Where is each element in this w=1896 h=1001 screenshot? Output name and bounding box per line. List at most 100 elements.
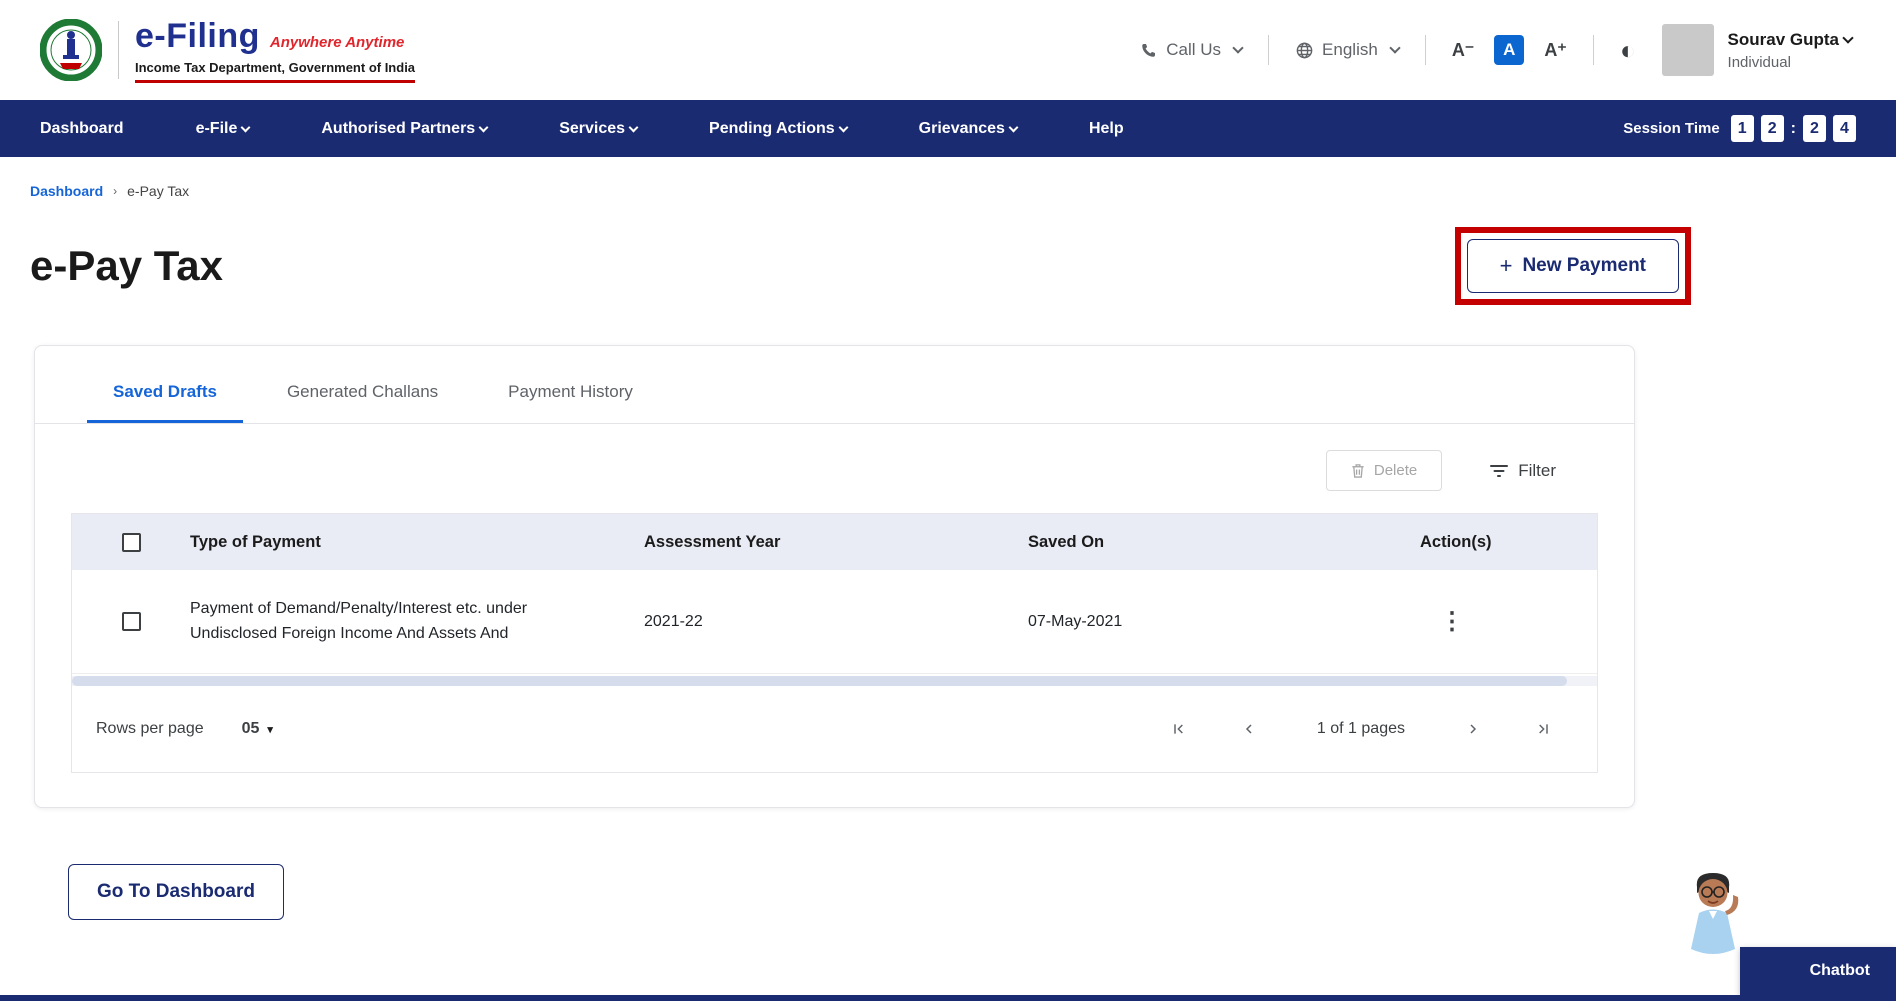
cell-saved-on: 07-May-2021 xyxy=(1028,612,1123,630)
first-page-button[interactable] xyxy=(1171,721,1187,737)
session-digit: 1 xyxy=(1730,115,1754,142)
column-assessment-year: Assessment Year xyxy=(644,532,781,551)
tab-saved-drafts[interactable]: Saved Drafts xyxy=(87,372,243,423)
tab-generated-challans[interactable]: Generated Challans xyxy=(261,372,464,423)
main-navbar: Dashboard e-File Authorised Partners Ser… xyxy=(0,100,1896,157)
nav-efile[interactable]: e-File xyxy=(196,120,251,138)
brand-tagline: Anywhere Anytime xyxy=(269,34,405,51)
font-decrease-button[interactable]: A⁻ xyxy=(1452,40,1475,61)
nav-help[interactable]: Help xyxy=(1089,120,1124,138)
footer-strip xyxy=(0,995,1896,1001)
chevron-down-icon xyxy=(1232,42,1244,54)
top-header: e-Filing Anywhere Anytime Income Tax Dep… xyxy=(0,0,1896,100)
chevron-down-icon xyxy=(1842,31,1854,44)
kebab-menu-icon[interactable]: ⋮ xyxy=(1440,608,1464,635)
cell-type-of-payment: Payment of Demand/Penalty/Interest etc. … xyxy=(190,599,528,642)
chevron-down-icon xyxy=(838,122,849,132)
header-checkbox-cell xyxy=(72,532,190,552)
globe-icon xyxy=(1295,41,1314,60)
header-utilities: Call Us English A⁻ A A⁺ ◐ Sourav Gupta I… xyxy=(1140,24,1854,76)
filter-label: Filter xyxy=(1518,460,1556,480)
table-row: Payment of Demand/Penalty/Interest etc. … xyxy=(72,570,1597,674)
row-checkbox[interactable] xyxy=(121,612,141,631)
delete-label: Delete xyxy=(1373,462,1418,479)
table-header-row: Type of Payment Assessment Year Saved On… xyxy=(72,514,1597,570)
language-menu[interactable]: English xyxy=(1295,40,1401,60)
horizontal-scrollbar-thumb[interactable] xyxy=(72,676,1567,686)
previous-page-button[interactable] xyxy=(1241,721,1257,737)
phone-icon xyxy=(1140,41,1158,59)
session-digit: 4 xyxy=(1833,115,1856,142)
epay-tax-card: Saved Drafts Generated Challans Payment … xyxy=(34,345,1635,808)
font-increase-button[interactable]: A⁺ xyxy=(1544,40,1567,61)
tab-bar: Saved Drafts Generated Challans Payment … xyxy=(35,346,1634,424)
rows-per-page-select[interactable]: 05 ▾ xyxy=(242,720,273,738)
saved-drafts-table: Type of Payment Assessment Year Saved On… xyxy=(71,513,1598,773)
next-page-button[interactable] xyxy=(1465,721,1481,737)
font-normal-button[interactable]: A xyxy=(1494,35,1525,65)
nav-grievances[interactable]: Grievances xyxy=(919,120,1019,138)
user-name: Sourav Gupta xyxy=(1728,30,1854,50)
nav-authorised-partners[interactable]: Authorised Partners xyxy=(321,120,489,138)
breadcrumb-separator: › xyxy=(113,184,118,198)
font-size-controls: A⁻ A A⁺ xyxy=(1452,35,1567,65)
rows-per-page: Rows per page 05 ▾ xyxy=(96,720,273,738)
caret-down-icon: ▾ xyxy=(267,723,273,736)
session-separator: : xyxy=(1790,119,1796,137)
divider xyxy=(1592,35,1594,65)
breadcrumb-current: e-Pay Tax xyxy=(127,183,190,199)
horizontal-scrollbar[interactable] xyxy=(72,676,1597,686)
filter-button[interactable]: Filter xyxy=(1490,461,1556,481)
session-digit: 2 xyxy=(1803,115,1826,142)
income-tax-emblem-icon xyxy=(40,19,102,81)
chevron-down-icon xyxy=(628,122,639,132)
brand-divider xyxy=(118,21,119,79)
table-toolbar: Delete Filter xyxy=(35,424,1634,513)
column-type-of-payment: Type of Payment xyxy=(190,532,321,551)
chevron-down-icon xyxy=(240,122,251,132)
nav-dashboard[interactable]: Dashboard xyxy=(40,120,124,138)
contrast-toggle-icon[interactable]: ◐ xyxy=(1620,37,1636,63)
nav-services[interactable]: Services xyxy=(559,120,639,138)
page-status: 1 of 1 pages xyxy=(1316,720,1405,737)
column-actions: Action(s) xyxy=(1420,532,1492,551)
efiling-logo-text: e-Filing xyxy=(135,17,260,55)
filter-icon xyxy=(1490,464,1509,478)
divider xyxy=(1268,35,1270,65)
user-type: Individual xyxy=(1727,53,1791,71)
call-us-label: Call Us xyxy=(1166,40,1222,59)
chatbot-character-icon[interactable] xyxy=(1680,871,1746,965)
chevron-down-icon xyxy=(1389,42,1401,54)
language-label: English xyxy=(1322,40,1378,59)
session-digit: 2 xyxy=(1760,115,1784,142)
breadcrumb: Dashboard › e-Pay Tax xyxy=(0,157,1896,199)
new-payment-button[interactable]: + New Payment xyxy=(1466,239,1679,293)
row-checkbox-cell xyxy=(72,612,190,631)
breadcrumb-dashboard-link[interactable]: Dashboard xyxy=(30,183,103,199)
session-timer-label: Session Time xyxy=(1623,120,1720,137)
last-page-button[interactable] xyxy=(1535,721,1551,737)
chatbot-widget[interactable]: Chatbot xyxy=(1740,947,1896,995)
column-saved-on: Saved On xyxy=(1028,532,1105,551)
pagination-bar: Rows per page 05 ▾ 1 of 1 pages xyxy=(72,686,1597,772)
user-meta: Sourav Gupta Individual xyxy=(1727,30,1854,71)
call-us-menu[interactable]: Call Us xyxy=(1140,40,1244,60)
red-annotation-box: + New Payment xyxy=(1454,227,1691,305)
delete-button[interactable]: Delete xyxy=(1325,450,1443,491)
go-to-dashboard-button[interactable]: Go To Dashboard xyxy=(68,864,284,920)
tab-payment-history[interactable]: Payment History xyxy=(482,372,659,423)
user-menu[interactable]: Sourav Gupta Individual xyxy=(1661,24,1854,76)
select-all-checkbox[interactable] xyxy=(121,532,141,552)
page-title: e-Pay Tax xyxy=(30,242,223,289)
trash-icon xyxy=(1351,463,1365,478)
pager-controls: 1 of 1 pages xyxy=(1171,720,1551,738)
nav-pending-actions[interactable]: Pending Actions xyxy=(709,120,849,138)
chevron-down-icon xyxy=(478,122,489,132)
brand-text: e-Filing Anywhere Anytime Income Tax Dep… xyxy=(135,17,416,83)
chevron-down-icon xyxy=(1008,122,1019,132)
rows-per-page-label: Rows per page xyxy=(96,720,204,737)
divider xyxy=(1424,35,1426,65)
new-payment-label: New Payment xyxy=(1522,255,1646,276)
avatar xyxy=(1661,24,1714,76)
brand: e-Filing Anywhere Anytime Income Tax Dep… xyxy=(40,17,416,83)
